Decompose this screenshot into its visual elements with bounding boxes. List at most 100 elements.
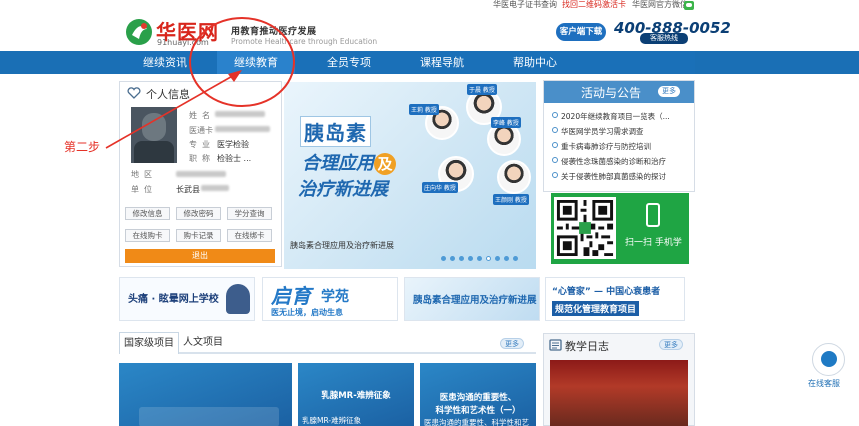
logo-domain: 91huayi.com — [157, 38, 209, 47]
journal-photo[interactable] — [550, 360, 688, 426]
hero-banner[interactable]: 胰岛素 合理应用及 治疗新进展 于晨 教授 王莉 教授 李峰 教授 庄向华 教授… — [284, 82, 536, 269]
doctor-tag: 于晨 教授 — [467, 84, 497, 95]
change-password-button[interactable]: 修改密码 — [176, 207, 221, 220]
course-card-subtitle: 乳腺MR-难辨征象 — [302, 416, 362, 425]
logout-button[interactable]: 退出 — [125, 249, 275, 263]
doctor-tag: 李峰 教授 — [491, 117, 521, 128]
promo-banner-headache[interactable]: 头痛 · 眩晕网上学校 — [119, 277, 255, 321]
online-service-button[interactable] — [812, 343, 845, 376]
nav-inner: 继续资讯 继续教育 全员专项 课程导航 帮助中心 — [120, 51, 695, 74]
notice-item[interactable]: 重卡病毒肺诊疗与防控培训 — [552, 141, 651, 152]
course-card-title: 医患沟通的重要性、 — [439, 393, 517, 403]
doctor-tag: 王莉 教授 — [409, 104, 439, 115]
slogan-english: Promote Healthcare through Education — [231, 37, 378, 46]
promo-banner-qiyu[interactable]: 启育 学苑 医无止境，启动生息 — [262, 277, 398, 321]
credit-query-button[interactable]: 学分查询 — [227, 207, 272, 220]
client-download-button[interactable]: 客户端下载 — [556, 23, 606, 41]
edit-info-button[interactable]: 修改信息 — [125, 207, 170, 220]
field-label-title: 职称 — [189, 154, 215, 163]
doctor-tag: 王颜刚 教授 — [493, 194, 529, 205]
journal-title: 教学日志 — [565, 340, 609, 353]
field-value-major: 医学检验 — [217, 140, 249, 149]
mobile-qr-block[interactable]: 扫一扫 手机学 — [551, 193, 689, 264]
promo-headache-text: 头痛 · 眩晕网上学校 — [128, 294, 219, 305]
carousel-dot[interactable] — [495, 256, 500, 261]
banner-title-line1: 胰岛素 — [300, 116, 371, 147]
notice-item[interactable]: 侵袭性念珠菌感染的诊断和治疗 — [552, 156, 666, 167]
course-card-subtitle: 医患沟通的重要性、科学性和艺 — [424, 418, 529, 426]
course-tabs: 国家级项目 人文项目 更多 — [119, 332, 536, 354]
course-card[interactable] — [119, 363, 292, 426]
journal-more-button[interactable]: 更多 — [659, 339, 683, 350]
doctor-tag: 庄向华 教授 — [422, 182, 458, 193]
course-card[interactable]: 乳腺MR-难辨征象 乳腺MR-难辨征象 — [298, 363, 414, 426]
carousel-dot[interactable] — [513, 256, 518, 261]
carousel-dot-active[interactable] — [486, 256, 491, 261]
notice-item[interactable]: 关于侵袭性肺部真菌感染的探讨 — [552, 171, 666, 182]
notice-more-button[interactable]: 更多 — [658, 86, 680, 97]
heart-icon — [127, 87, 141, 99]
wechat-link[interactable]: 华医网官方微信 — [632, 0, 688, 10]
wechat-icon — [684, 1, 694, 10]
purchase-history-button[interactable]: 购卡记录 — [176, 229, 221, 242]
buy-card-button[interactable]: 在线购卡 — [125, 229, 170, 242]
logo-icon — [126, 19, 152, 45]
find-qr-card-link[interactable]: 找回二维码激活卡 — [562, 0, 626, 10]
field-value-unit-blur — [201, 185, 229, 191]
journal-panel: 教学日志 更多 — [543, 333, 695, 426]
field-value-region — [176, 171, 226, 177]
carousel-dot[interactable] — [477, 256, 482, 261]
field-label-card: 医通卡 — [189, 126, 213, 135]
nav-item-special[interactable]: 全员专项 — [310, 51, 388, 74]
promo-qiyu-sub: 学苑 — [321, 289, 349, 305]
profile-title: 个人信息 — [146, 88, 190, 101]
notice-item[interactable]: 华医网学员学习需求调查 — [552, 126, 644, 137]
carousel-dot[interactable] — [450, 256, 455, 261]
bind-card-button[interactable]: 在线绑卡 — [227, 229, 272, 242]
tab-humanities[interactable]: 人文项目 — [179, 332, 227, 354]
carousel-dot[interactable] — [459, 256, 464, 261]
notice-panel: 活动与公告 更多 2020年继续教育项目一览表（... 华医网学员学习需求调查 … — [543, 80, 695, 192]
annotation-step-label: 第二步 — [64, 140, 101, 154]
qr-caption: 扫一扫 手机学 — [625, 238, 682, 248]
online-service-label[interactable]: 在线客服 — [808, 378, 840, 389]
notice-item[interactable]: 2020年继续教育项目一览表（... — [552, 111, 670, 122]
phone-icon — [646, 203, 660, 227]
promo-banner-insulin[interactable]: 胰岛素合理应用及治疗新进展 — [404, 277, 540, 321]
nav-item-news[interactable]: 继续资讯 — [126, 51, 204, 74]
promo-heart-sub: 规范化管理教育项目 — [552, 301, 640, 316]
nav-item-continuing-education[interactable]: 继续教育 — [217, 51, 295, 74]
nav-item-course-guide[interactable]: 课程导航 — [403, 51, 481, 74]
course-card-title: 乳腺MR-难辨征象 — [321, 391, 391, 401]
carousel-dot[interactable] — [504, 256, 509, 261]
course-more-button[interactable]: 更多 — [500, 338, 524, 349]
notice-header: 活动与公告 更多 — [544, 81, 694, 103]
journal-icon — [549, 339, 562, 351]
carousel-dot[interactable] — [441, 256, 446, 261]
promo-banner-heart[interactable]: “心管家” — 中国心衰患者 规范化管理教育项目 — [545, 277, 685, 321]
course-card[interactable]: 医患沟通的重要性、 科学性和艺术性（一） 医患沟通的重要性、科学性和艺 — [420, 363, 536, 426]
carousel-dot[interactable] — [468, 256, 473, 261]
promo-heart-title: “心管家” — 中国心衰患者 — [552, 287, 661, 297]
field-label-region: 地区 — [131, 170, 157, 179]
promo-qiyu-slogan: 医无止境，启动生息 — [271, 308, 343, 317]
top-utility-bar: 华医电子证书查询 找回二维码激活卡 华医网官方微信 — [0, 0, 859, 12]
field-label-name: 姓名 — [189, 111, 215, 120]
slogan: 用教育推动医疗发展 — [231, 27, 317, 37]
banner-title-line2: 合理应用及 — [302, 149, 396, 175]
doctor-portrait — [497, 160, 531, 194]
field-value-unit: 长武县 — [176, 185, 200, 194]
main-nav: 继续资讯 继续教育 全员专项 课程导航 帮助中心 — [0, 51, 859, 74]
tab-national[interactable]: 国家级项目 — [119, 332, 179, 354]
notice-title: 活动与公告 — [581, 86, 642, 100]
field-label-major: 专业 — [189, 140, 215, 149]
banner-caption: 胰岛素合理应用及治疗新进展 — [290, 241, 394, 250]
field-label-unit: 单位 — [131, 185, 157, 194]
headset-icon — [821, 351, 837, 367]
banner-title-line3: 治疗新进展 — [298, 179, 388, 200]
qr-code-icon — [554, 197, 616, 259]
course-card-title: 科学性和艺术性（一） — [435, 406, 521, 416]
nav-item-help[interactable]: 帮助中心 — [496, 51, 574, 74]
field-value-name — [215, 111, 265, 117]
cert-query-link[interactable]: 华医电子证书查询 — [493, 0, 557, 10]
